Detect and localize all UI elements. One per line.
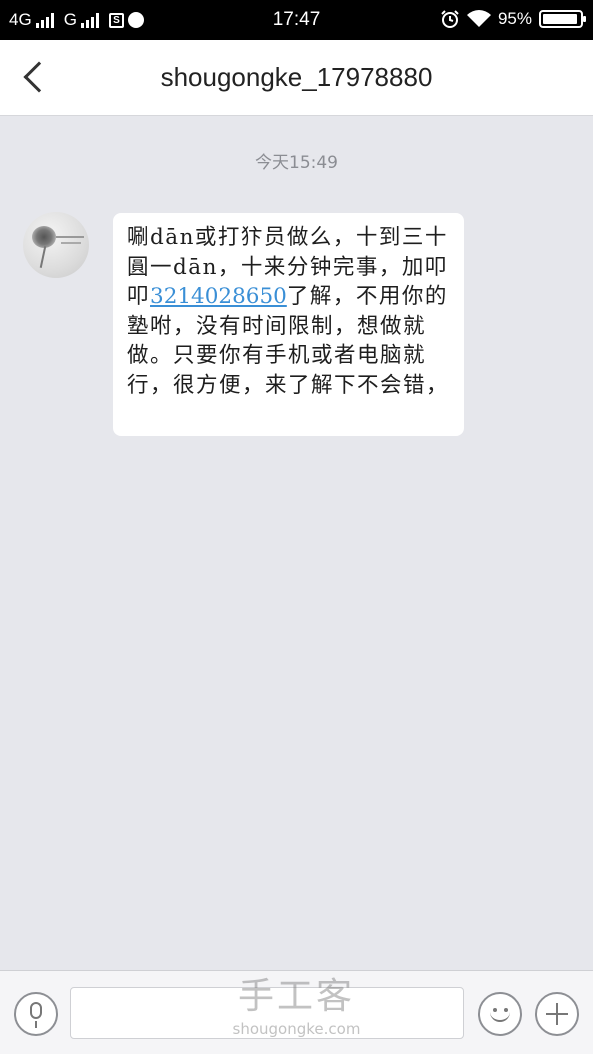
input-bar [0, 970, 593, 1054]
avatar-flower [32, 226, 56, 248]
emoji-button[interactable] [478, 992, 522, 1036]
voice-button[interactable] [14, 992, 58, 1036]
avatar-stem [39, 246, 47, 268]
message-link[interactable]: 3214028650 [150, 284, 287, 309]
message-bubble[interactable]: 唰dān或打犿员做么，十到三十圓一dān，十来分钟完事，加叩叩321402865… [113, 213, 464, 436]
message-timestamp: 今天15:49 [255, 153, 338, 173]
avatar[interactable] [23, 212, 89, 278]
status-bar: 4G G S 17:47 95% [0, 0, 593, 40]
battery-icon [539, 10, 586, 28]
mic-stand [35, 1021, 37, 1028]
avatar-decoration-2 [61, 242, 81, 244]
wifi-icon [466, 10, 491, 27]
status-right: 95% [440, 9, 586, 29]
chat-header: shougongke_17978880 [0, 40, 593, 116]
page-title: shougongke_17978880 [160, 62, 433, 92]
battery-percent: 95% [497, 9, 532, 28]
emoji-icon-mouth [490, 1010, 510, 1022]
message-input[interactable] [70, 987, 464, 1039]
mic-icon [30, 1002, 42, 1019]
avatar-decoration [56, 236, 84, 238]
plus-icon[interactable] [535, 992, 579, 1036]
alarm-icon [441, 10, 459, 28]
